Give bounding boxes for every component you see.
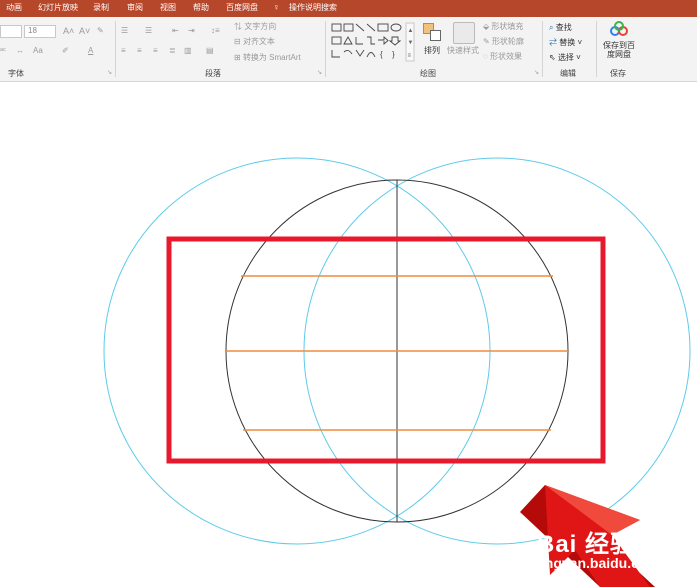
arc-shape-icon xyxy=(343,49,353,55)
lightbulb-icon: ♀ xyxy=(273,2,280,12)
line-shape-icon xyxy=(355,23,365,32)
group-label-editing: 编辑 xyxy=(560,69,576,78)
align-text-button[interactable]: ⊟ 对齐文本 xyxy=(234,36,275,47)
clear-format-icon[interactable]: ✎ xyxy=(97,26,104,35)
save-to-baidu-button[interactable]: 保存到百度网盘 xyxy=(602,41,636,59)
distributed-icon[interactable]: ▥ xyxy=(184,46,192,55)
search-icon: ⌕ xyxy=(549,23,554,32)
triangle-shape-icon xyxy=(343,36,353,45)
divider xyxy=(542,21,543,77)
convert-smartart-label: 转换为 SmartArt xyxy=(242,53,301,62)
align-text-label: 对齐文本 xyxy=(242,37,275,46)
tab-animations[interactable]: 动画 xyxy=(6,2,22,13)
baidu-watermark: Bai 经验 xyxy=(537,531,636,558)
arrange-button[interactable]: 排列 xyxy=(424,45,440,56)
paragraph-dialog-launcher-icon[interactable]: ↘ xyxy=(317,69,322,76)
replace-icon: ⇄ xyxy=(549,38,557,47)
bullets-icon[interactable]: ☰ xyxy=(121,26,128,35)
text-direction-label: 文字方向 xyxy=(244,22,277,31)
align-right-icon[interactable]: ≡ xyxy=(153,46,158,55)
gallery-down-icon: ▼ xyxy=(408,40,414,46)
cursor-icon: ⇖ xyxy=(549,53,556,62)
gallery-more-icon: ≡ xyxy=(408,53,412,59)
shrink-font-icon[interactable]: A˅ xyxy=(79,26,90,36)
convert-smartart-button[interactable]: ⊞ 转换为 SmartArt xyxy=(234,52,301,63)
justify-icon[interactable]: ≣ xyxy=(169,46,176,55)
drawing-dialog-launcher-icon[interactable]: ↘ xyxy=(534,69,539,76)
arrange-icon xyxy=(422,21,442,43)
curve-shape-icon xyxy=(331,50,340,58)
shape-effects-label: 形状效果 xyxy=(489,52,522,61)
shape-outline-label: 形状轮廓 xyxy=(491,37,524,46)
font-name-box[interactable] xyxy=(0,25,22,38)
font-color-icon[interactable]: A xyxy=(88,46,93,55)
rounded-rect-shape-icon xyxy=(331,36,342,45)
group-label-save: 保存 xyxy=(610,69,626,78)
gallery-up-icon: ▲ xyxy=(408,28,414,34)
columns-icon[interactable]: ▤ xyxy=(206,46,214,55)
align-left-icon[interactable]: ≡ xyxy=(121,46,126,55)
find-label: 查找 xyxy=(555,23,572,32)
font-size-box[interactable]: 18 xyxy=(24,25,56,38)
shape-fill-button[interactable]: ⬙ 形状填充 xyxy=(483,21,523,32)
elbow-connector-icon xyxy=(355,37,363,45)
quick-styles-icon xyxy=(453,22,475,44)
numbering-icon[interactable]: ☰ xyxy=(145,26,152,35)
group-label-drawing: 绘图 xyxy=(420,69,436,78)
brace-right-shape-icon: } xyxy=(392,50,395,59)
highlight-rectangle xyxy=(166,236,606,464)
align-center-icon[interactable]: ≡ xyxy=(137,46,142,55)
select-label: 选择 xyxy=(557,53,574,62)
slide-canvas[interactable]: Bai 经验 jingyan.baidu.com xyxy=(0,82,697,587)
font-size-value: 18 xyxy=(28,26,37,35)
baidu-cloud-icon xyxy=(609,21,629,37)
tab-record[interactable]: 录制 xyxy=(93,2,109,13)
tab-view[interactable]: 视图 xyxy=(160,2,176,13)
oval-shape-icon xyxy=(390,23,402,32)
wave-shape-icon xyxy=(366,52,376,58)
replace-label: 替换 xyxy=(559,38,576,47)
tab-help[interactable]: 帮助 xyxy=(193,2,209,13)
text-direction-button[interactable]: ⇅ 文字方向 xyxy=(234,21,276,32)
char-spacing-icon[interactable]: ↔ xyxy=(16,46,24,55)
divider xyxy=(115,21,116,77)
shape-fill-label: 形状填充 xyxy=(491,22,524,31)
strikethrough-icon[interactable]: ᵃᶜ xyxy=(0,46,6,55)
ribbon-tab-bar: 动画 幻灯片放映 录制 审阅 视图 帮助 百度网盘 ♀ 操作说明搜索 xyxy=(0,0,697,17)
tell-me-search[interactable]: 操作说明搜索 xyxy=(289,2,337,13)
change-case-icon[interactable]: Aa xyxy=(33,46,43,55)
group-label-font: 字体 xyxy=(8,69,24,78)
rectangle-shape-icon xyxy=(377,23,389,32)
vertical-textbox-shape-icon xyxy=(343,23,354,32)
divider xyxy=(596,21,597,77)
decrease-indent-icon[interactable]: ⇤ xyxy=(172,26,179,35)
brace-left-shape-icon: { xyxy=(380,50,383,59)
highlight-icon[interactable]: ✐ xyxy=(62,46,69,55)
replace-button[interactable]: ⇄ 替换 ˅ xyxy=(549,37,582,48)
textbox-shape-icon xyxy=(331,23,342,32)
increase-indent-icon[interactable]: ⇥ xyxy=(188,26,195,35)
shapes-gallery[interactable]: { } ▲ ▼ ≡ xyxy=(330,22,415,62)
tab-baidu-netdisk[interactable]: 百度网盘 xyxy=(226,2,258,13)
quick-styles-button[interactable]: 快速样式 xyxy=(447,45,479,56)
connector-shape-icon xyxy=(367,36,375,45)
divider xyxy=(325,21,326,77)
find-button[interactable]: ⌕ 查找 xyxy=(549,22,572,33)
ribbon-panel: 18 A˄ A˅ ✎ ᵃᶜ ↔ Aa ✐ A 字体 ↘ ☰ ☰ ⇤ ⇥ ↕≡ ≡… xyxy=(0,17,697,82)
grow-font-icon[interactable]: A˄ xyxy=(63,26,74,36)
arrow-shape-icon xyxy=(366,23,376,32)
line-spacing-icon[interactable]: ↕≡ xyxy=(211,26,220,35)
down-arrow-shape-icon xyxy=(388,36,402,46)
shape-effects-button[interactable]: ◌ 形状效果 xyxy=(483,51,522,62)
select-button[interactable]: ⇖ 选择 ˅ xyxy=(549,52,581,63)
baidu-watermark-url: jingyan.baidu.com xyxy=(537,555,660,571)
group-label-paragraph: 段落 xyxy=(205,69,221,78)
shape-outline-button[interactable]: ✎ 形状轮廓 xyxy=(483,36,524,47)
tab-review[interactable]: 审阅 xyxy=(127,2,143,13)
freeform-shape-icon xyxy=(355,49,365,57)
right-arrow-shape-icon xyxy=(378,36,389,45)
font-dialog-launcher-icon[interactable]: ↘ xyxy=(107,69,112,76)
tab-slideshow[interactable]: 幻灯片放映 xyxy=(38,2,78,13)
